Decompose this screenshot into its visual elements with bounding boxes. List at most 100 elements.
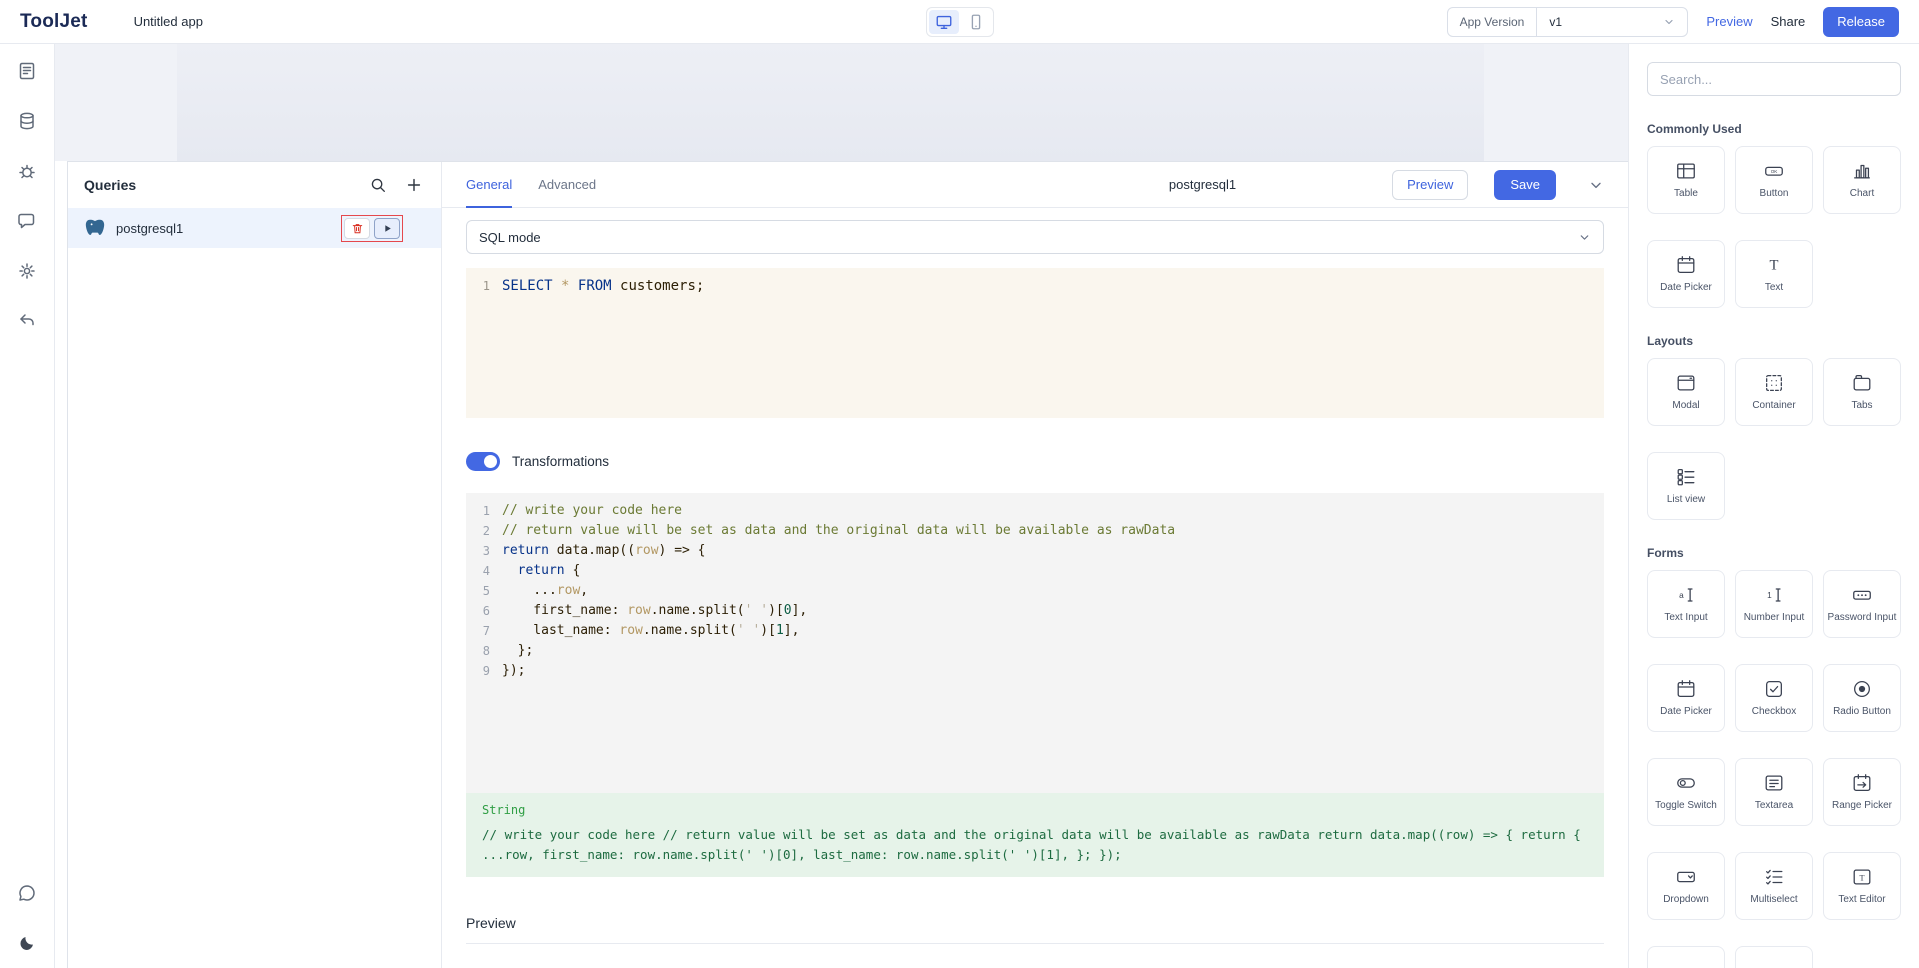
widget-card-number-input[interactable]: 1Number Input [1735, 570, 1813, 638]
widget-card-password-input[interactable]: Password Input [1823, 570, 1901, 638]
release-button[interactable]: Release [1823, 7, 1899, 37]
widget-card-range-picker[interactable]: Range Picker [1823, 758, 1901, 826]
widgets-grid: aText Input1Number InputPassword Input Da… [1647, 570, 1901, 920]
transformation-result-box: String // write your code here // return… [466, 793, 1604, 877]
widget-card-textarea[interactable]: Textarea [1735, 758, 1813, 826]
dropdown-icon [1675, 865, 1697, 889]
widget-label: Table [1674, 188, 1698, 201]
comments-icon[interactable] [16, 210, 38, 232]
code-text: // return value will be set as data and … [502, 521, 1175, 541]
header-preview-link[interactable]: Preview [1706, 14, 1752, 29]
chevron-down-icon [1663, 16, 1675, 28]
widget-card-modal[interactable]: Modal [1647, 358, 1725, 426]
result-value-text: // write your code here // return value … [482, 825, 1588, 865]
modal-icon [1675, 371, 1697, 395]
collapse-panel-chevron-icon[interactable] [1588, 177, 1604, 193]
query-save-button[interactable]: Save [1494, 170, 1556, 200]
tabs-icon [1851, 371, 1873, 395]
rangepicker-icon [1851, 771, 1873, 795]
widget-card-date-picker[interactable]: Date Picker [1647, 664, 1725, 732]
widget-card-table[interactable]: Table [1647, 146, 1725, 214]
queries-panel-header: Queries [68, 162, 441, 208]
line-number: 6 [466, 601, 502, 621]
widget-card-dropdown[interactable]: Dropdown [1647, 852, 1725, 920]
widget-card-tabs[interactable]: Tabs [1823, 358, 1901, 426]
widget-card-chart[interactable]: Chart [1823, 146, 1901, 214]
app-version-select[interactable]: App Version v1 [1447, 7, 1689, 37]
widget-card-text-editor[interactable]: TText Editor [1823, 852, 1901, 920]
app-title[interactable]: Untitled app [134, 14, 203, 29]
device-toggle [926, 7, 994, 37]
run-query-button[interactable] [374, 218, 400, 239]
datasources-icon[interactable] [16, 110, 38, 132]
code-line: 8 }; [466, 641, 1604, 661]
search-queries-button[interactable] [367, 174, 389, 196]
widget-card-multiselect[interactable]: Multiselect [1735, 852, 1813, 920]
transformations-toggle[interactable] [466, 452, 500, 471]
transformation-code-editor[interactable]: 1// write your code here2// return value… [466, 493, 1604, 793]
widget-card-radio-button[interactable]: Radio Button [1823, 664, 1901, 732]
dark-mode-moon-icon[interactable] [16, 932, 38, 954]
canvas-area[interactable] [177, 44, 1484, 161]
delete-query-button[interactable] [344, 218, 370, 239]
smartphone-icon [967, 13, 985, 31]
query-preview-button[interactable]: Preview [1392, 170, 1468, 200]
debugger-icon[interactable] [16, 160, 38, 182]
annotation-highlight [341, 215, 403, 242]
container-icon [1763, 371, 1785, 395]
widget-card-partial[interactable] [1735, 946, 1813, 968]
preview-section-header[interactable]: Preview [466, 915, 1604, 944]
widget-card-text-input[interactable]: aText Input [1647, 570, 1725, 638]
text-icon: T [1763, 253, 1785, 277]
widget-search-input[interactable] [1647, 62, 1901, 96]
code-text: }; [502, 641, 533, 661]
tab-advanced[interactable]: Advanced [538, 162, 596, 207]
widget-card-container[interactable]: Container [1735, 358, 1813, 426]
pages-icon[interactable] [16, 60, 38, 82]
settings-icon[interactable] [16, 260, 38, 282]
queries-panel: Queries postgresql1 [68, 162, 442, 968]
svg-text:a: a [1679, 591, 1684, 600]
undo-icon[interactable] [16, 310, 38, 332]
query-name-label: postgresql1 [116, 221, 331, 236]
code-line: 7 last_name: row.name.split(' ')[1], [466, 621, 1604, 641]
header-share-link[interactable]: Share [1771, 14, 1806, 29]
add-query-button[interactable] [403, 174, 425, 196]
mobile-view-button[interactable] [961, 10, 991, 34]
widget-card-checkbox[interactable]: Checkbox [1735, 664, 1813, 732]
query-editor-name[interactable]: postgresql1 [1169, 177, 1236, 192]
chevron-down-icon [1578, 231, 1591, 244]
widget-card-button[interactable]: OKButton [1735, 146, 1813, 214]
widget-label: Text [1765, 282, 1783, 295]
widgets-section-title: Forms [1647, 546, 1901, 560]
desktop-view-button[interactable] [929, 10, 959, 34]
query-list-item-postgresql1[interactable]: postgresql1 [68, 208, 441, 248]
widgets-grid: Modal Container Tabs List view [1647, 358, 1901, 520]
widget-label: Toggle Switch [1655, 800, 1717, 813]
tab-general[interactable]: General [466, 162, 512, 207]
line-number: 7 [466, 621, 502, 641]
code-text: return { [502, 561, 580, 581]
app-canvas[interactable] [55, 44, 1628, 161]
widgets-grid-partial [1647, 946, 1901, 968]
datepicker-icon [1675, 253, 1697, 277]
widget-label: Modal [1672, 400, 1699, 413]
widget-label: Button [1760, 188, 1789, 201]
widget-card-toggle-switch[interactable]: Toggle Switch [1647, 758, 1725, 826]
widget-label: Checkbox [1752, 706, 1796, 719]
widget-label: Dropdown [1663, 894, 1709, 907]
widget-label: Container [1752, 400, 1795, 413]
widget-card-list-view[interactable]: List view [1647, 452, 1725, 520]
code-text: last_name: row.name.split(' ')[1], [502, 621, 799, 641]
app-header: ToolJet Untitled app App Version v1 Prev… [0, 0, 1919, 44]
tooljet-logo[interactable]: ToolJet [20, 11, 88, 33]
sql-code-editor[interactable]: 1SELECT * FROM customers; [466, 268, 1604, 418]
widget-card-partial[interactable] [1647, 946, 1725, 968]
widget-card-date-picker[interactable]: Date Picker [1647, 240, 1725, 308]
code-line: 1// write your code here [466, 501, 1604, 521]
radiobutton-icon [1851, 677, 1873, 701]
widget-card-text[interactable]: T Text [1735, 240, 1813, 308]
sql-mode-select[interactable]: SQL mode [466, 220, 1604, 254]
code-text: SELECT * FROM customers; [502, 276, 704, 297]
help-chat-icon[interactable] [16, 882, 38, 904]
